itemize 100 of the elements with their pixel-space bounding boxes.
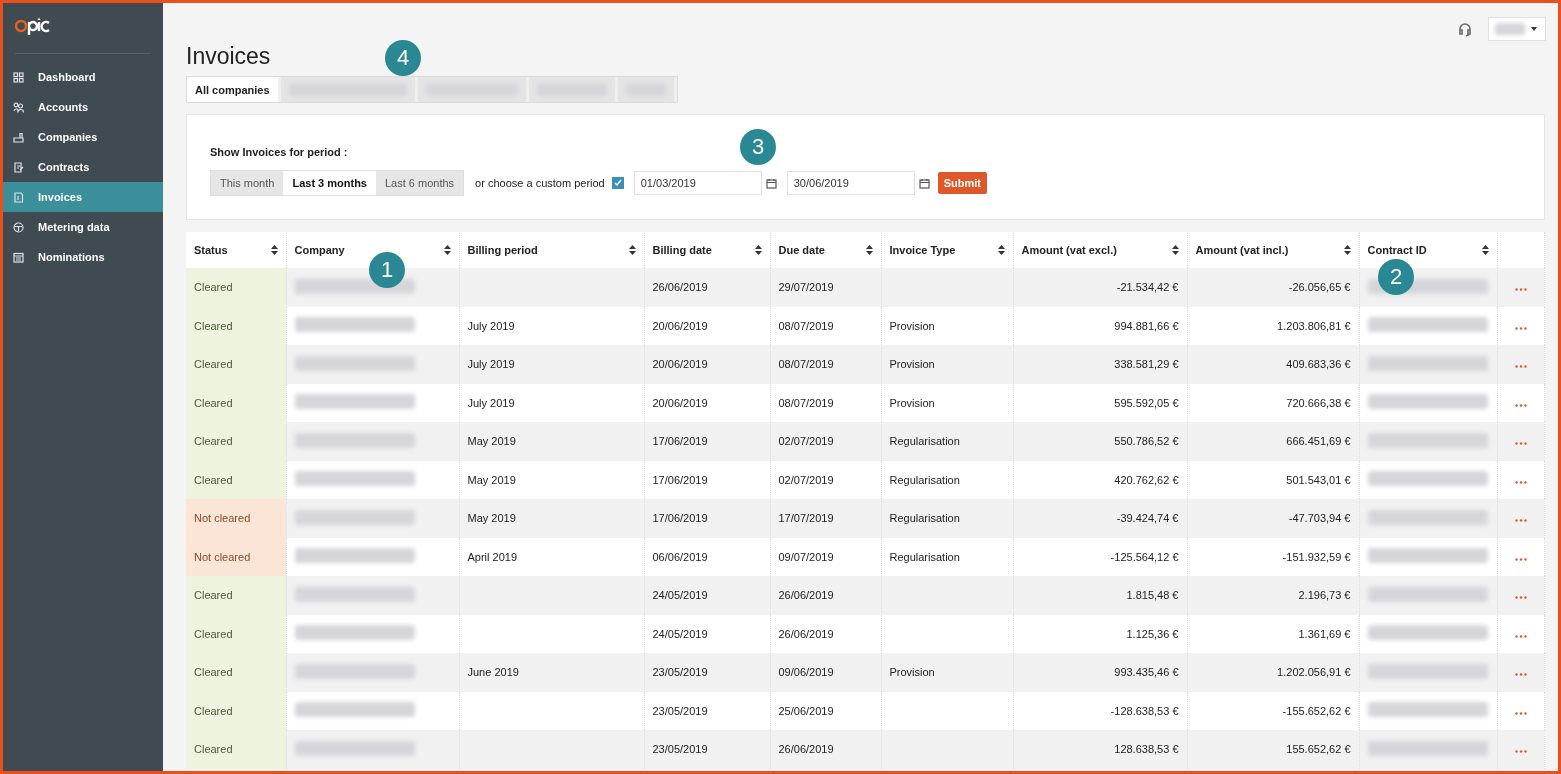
more-icon[interactable] xyxy=(1514,365,1527,369)
table-cell: July 2019 xyxy=(459,345,644,384)
page-title: Invoices xyxy=(186,43,271,70)
table-cell: 993.435,46 € xyxy=(1013,653,1187,692)
nav-item[interactable]: Metering data xyxy=(3,212,163,242)
status-cell: Cleared xyxy=(186,383,286,422)
table-cell: 26/06/2019 xyxy=(644,268,770,307)
sort-icon xyxy=(443,245,451,255)
period-option[interactable]: This month xyxy=(211,171,284,195)
submit-button[interactable]: Submit xyxy=(937,172,987,194)
status-cell: Not cleared xyxy=(186,499,286,538)
table-cell: May 2019 xyxy=(459,499,644,538)
grid-icon xyxy=(13,71,24,83)
table-cell: 26/06/2019 xyxy=(770,730,881,769)
company-tab[interactable]: All companies xyxy=(187,77,281,102)
status-cell: Cleared xyxy=(186,576,286,615)
more-icon[interactable] xyxy=(1514,442,1527,446)
calendar-icon xyxy=(13,251,24,263)
table-cell: 02/07/2019 xyxy=(770,422,881,461)
custom-period-label: or choose a custom period xyxy=(475,177,605,189)
table-cell: 550.786,52 € xyxy=(1013,422,1187,461)
table-cell: 08/07/2019 xyxy=(770,345,881,384)
table-cell: 128.638,53 € xyxy=(1013,730,1187,769)
table-cell: 24/05/2019 xyxy=(644,576,770,615)
factory-icon xyxy=(13,131,24,143)
more-icon[interactable] xyxy=(1514,750,1527,754)
status-cell: Cleared xyxy=(186,653,286,692)
callout-badge: 3 xyxy=(740,129,776,165)
table-cell: 17/07/2019 xyxy=(770,499,881,538)
table-cell: 09/06/2019 xyxy=(770,653,881,692)
nav-item[interactable]: Accounts xyxy=(3,92,163,122)
sort-icon xyxy=(1171,245,1179,255)
more-icon[interactable] xyxy=(1514,596,1527,600)
nav-item[interactable]: Dashboard xyxy=(3,62,163,92)
table-cell: 409.683,36 € xyxy=(1187,345,1359,384)
headset-icon[interactable] xyxy=(1457,21,1472,37)
table-cell: Regularisation xyxy=(881,499,1013,538)
status-cell: Cleared xyxy=(186,730,286,769)
sort-icon xyxy=(754,245,762,255)
table-cell: May 2019 xyxy=(459,422,644,461)
more-icon[interactable] xyxy=(1514,403,1527,407)
table-cell: Provision xyxy=(881,653,1013,692)
table-cell: Provision xyxy=(881,345,1013,384)
sort-icon xyxy=(270,245,278,255)
more-icon[interactable] xyxy=(1514,480,1527,484)
calendar-icon[interactable] xyxy=(918,177,930,189)
status-cell: Cleared xyxy=(186,345,286,384)
nav-item[interactable]: Nominations xyxy=(3,242,163,272)
table-cell: June 2019 xyxy=(459,653,644,692)
table-cell: -39.424,74 € xyxy=(1013,499,1187,538)
status-cell: Cleared xyxy=(186,460,286,499)
sort-icon xyxy=(865,245,873,255)
table-cell: -47.703,94 € xyxy=(1187,499,1359,538)
table-cell: 338.581,29 € xyxy=(1013,345,1187,384)
period-option[interactable]: Last 3 months xyxy=(283,171,376,195)
document-icon xyxy=(13,191,24,203)
table-cell: 1.815,48 € xyxy=(1013,576,1187,615)
more-icon[interactable] xyxy=(1514,288,1527,292)
nav-item[interactable]: Invoices xyxy=(3,182,163,212)
status-cell: Cleared xyxy=(186,691,286,730)
date-field[interactable]: 30/06/2019 xyxy=(786,171,915,195)
gauge-icon xyxy=(13,221,24,233)
table-cell: 666.451,69 € xyxy=(1187,422,1359,461)
callout-badge: 4 xyxy=(385,40,421,76)
people-icon xyxy=(13,101,24,113)
table-cell: 155.652,62 € xyxy=(1187,730,1359,769)
table-cell: 17/06/2019 xyxy=(644,499,770,538)
custom-period-checkbox[interactable] xyxy=(611,177,624,189)
nav-item[interactable]: Contracts xyxy=(3,152,163,182)
more-icon[interactable] xyxy=(1514,711,1527,715)
table-cell: 29/07/2019 xyxy=(770,268,881,307)
sort-icon xyxy=(1481,245,1489,255)
status-cell: Not cleared xyxy=(186,537,286,576)
more-icon[interactable] xyxy=(1514,519,1527,523)
period-option[interactable]: Last 6 months xyxy=(376,171,464,195)
table-cell: 20/06/2019 xyxy=(644,345,770,384)
date-field[interactable]: 01/03/2019 xyxy=(633,171,762,195)
nav-item[interactable]: Companies xyxy=(3,122,163,152)
status-cell: Cleared xyxy=(186,306,286,345)
caret-icon xyxy=(1530,27,1537,31)
more-icon[interactable] xyxy=(1514,673,1527,677)
more-icon[interactable] xyxy=(1514,557,1527,561)
table-cell: 23/05/2019 xyxy=(644,653,770,692)
table-cell: -26.056,65 € xyxy=(1187,268,1359,307)
table-cell: 1.202.056,91 € xyxy=(1187,653,1359,692)
sort-icon xyxy=(628,245,636,255)
table-cell: 2.196,73 € xyxy=(1187,576,1359,615)
table-cell: 26/06/2019 xyxy=(770,576,881,615)
more-icon[interactable] xyxy=(1514,326,1527,330)
more-icon[interactable] xyxy=(1514,634,1527,638)
edit-document-icon xyxy=(13,161,24,173)
table-cell: -21.534,42 € xyxy=(1013,268,1187,307)
status-cell: Cleared xyxy=(186,422,286,461)
sort-icon xyxy=(1343,245,1351,255)
table-cell: 17/06/2019 xyxy=(644,422,770,461)
table-cell: Regularisation xyxy=(881,422,1013,461)
calendar-icon[interactable] xyxy=(765,177,777,189)
status-cell: Cleared xyxy=(186,268,286,307)
period-label: Show Invoices for period : xyxy=(210,146,348,158)
status-cell: Cleared xyxy=(186,614,286,653)
